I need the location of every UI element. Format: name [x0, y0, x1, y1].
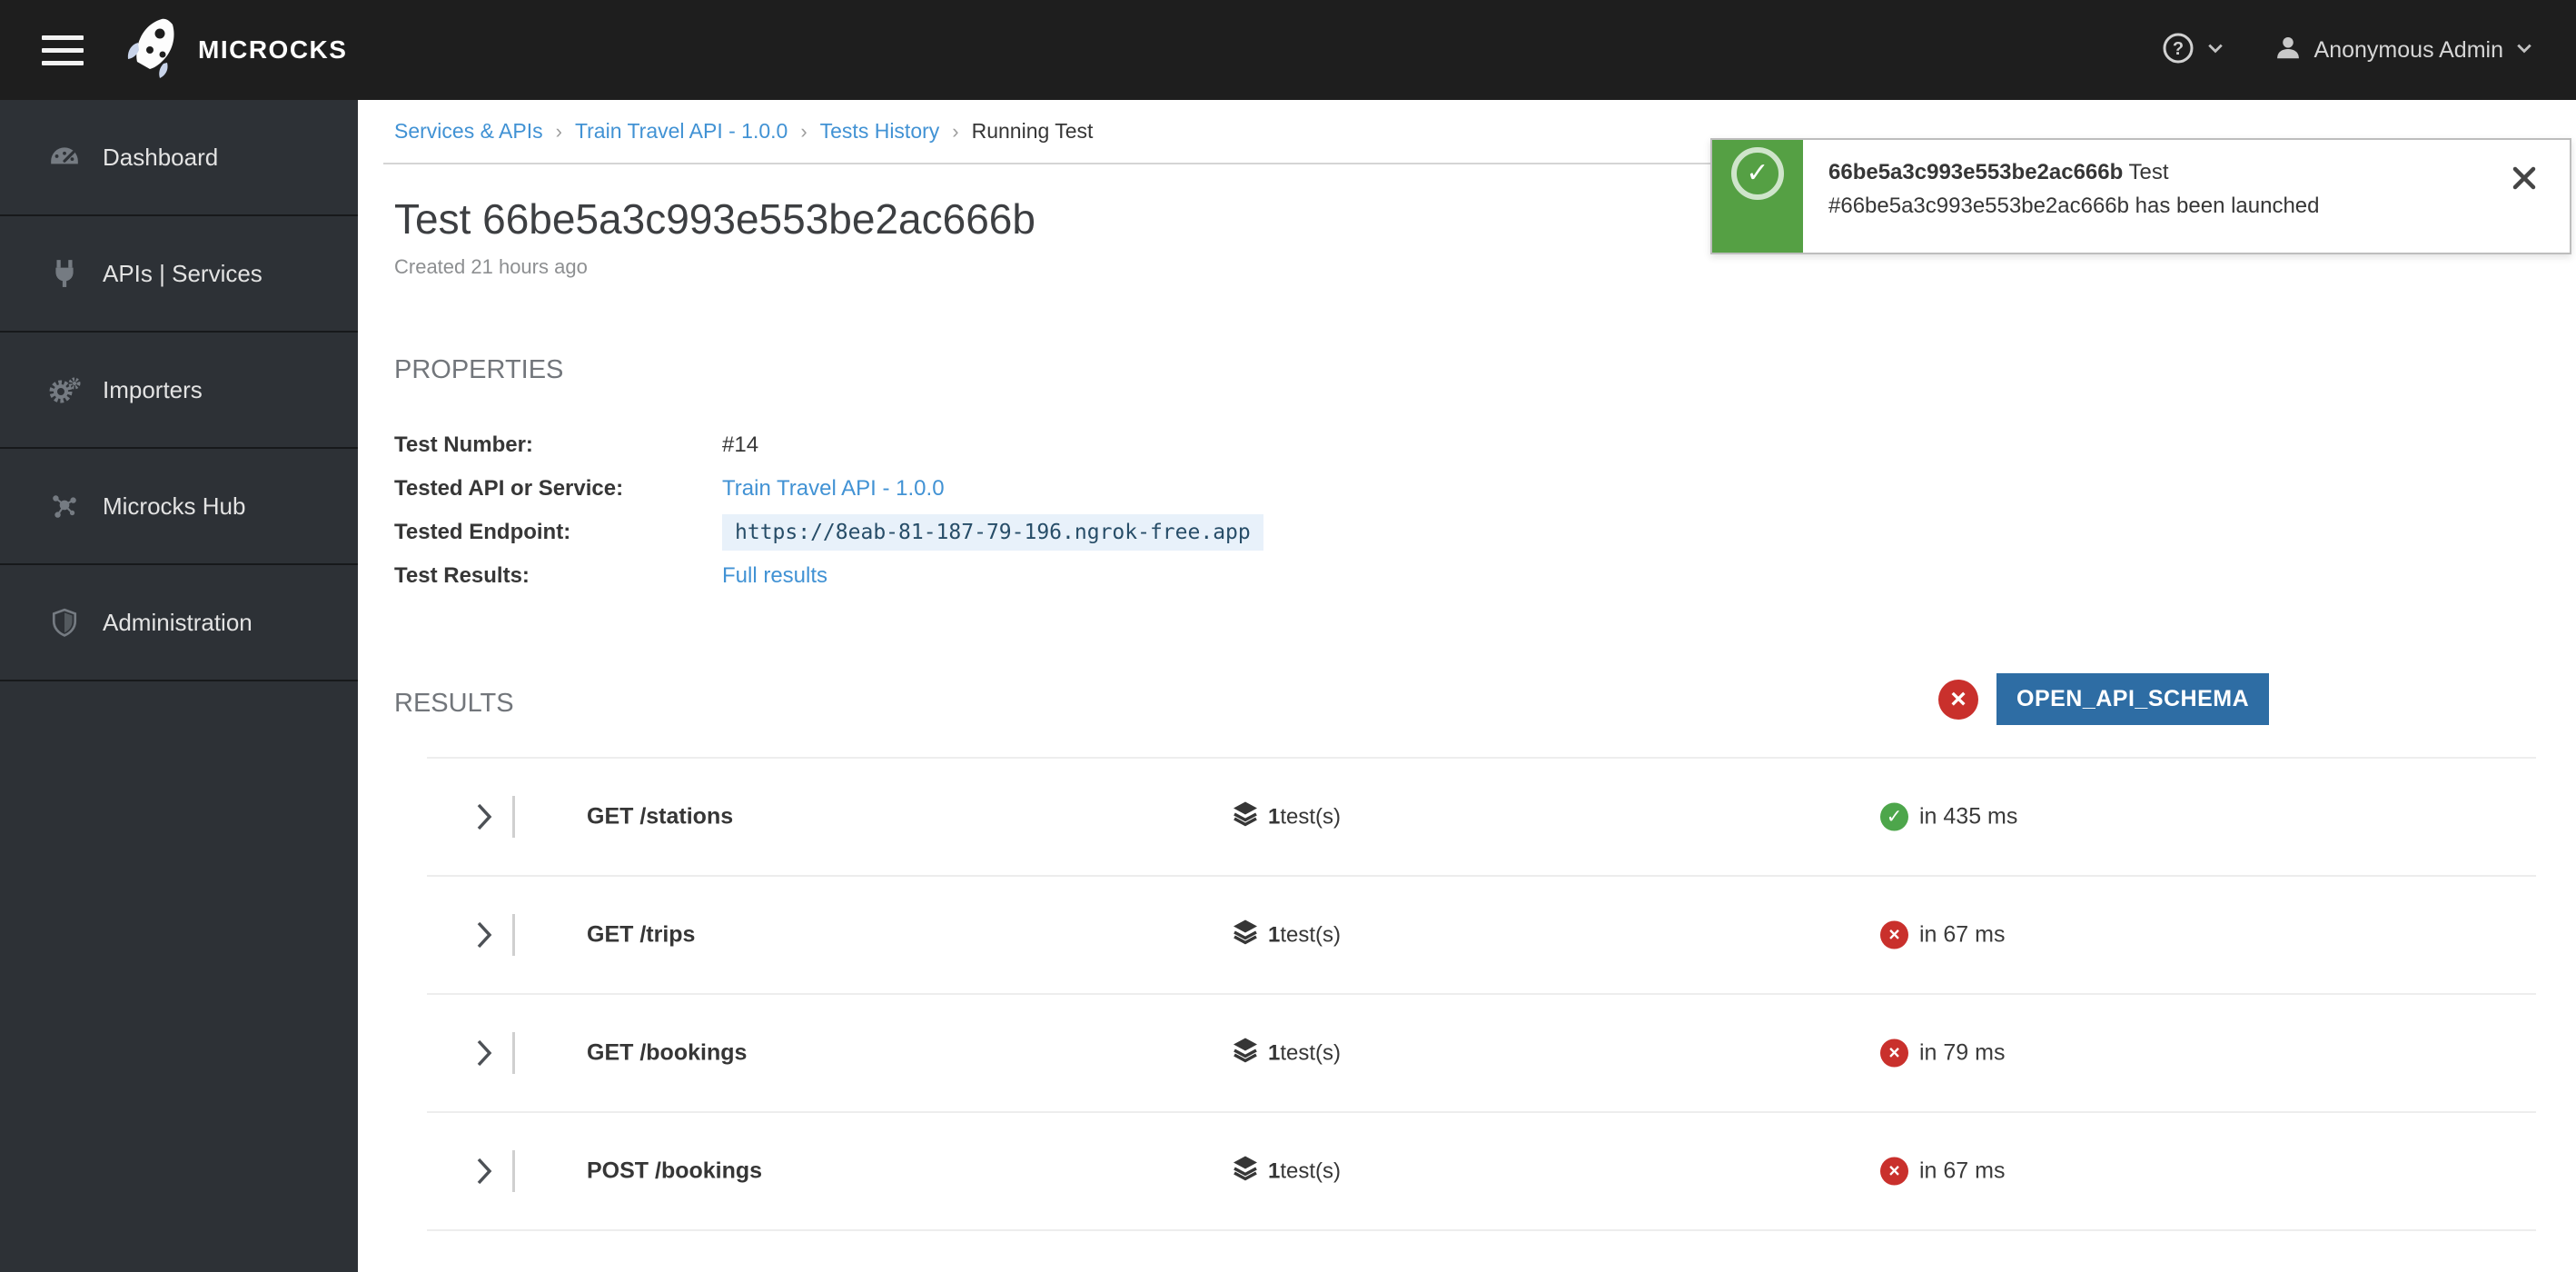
chevron-right-icon[interactable]: [476, 1157, 492, 1186]
elapsed-time: in 79 ms: [1919, 1039, 2006, 1066]
chevron-down-icon: [2516, 42, 2532, 58]
full-results-link[interactable]: Full results: [722, 563, 827, 588]
tests-count: 1 test(s): [1232, 800, 1341, 834]
toast-body: 66be5a3c993e553be2ac666b Test #66be5a3c9…: [1803, 140, 2570, 253]
row-divider-bar: [512, 914, 515, 956]
hub-network-icon: [48, 492, 81, 521]
brand[interactable]: MICROCKS: [125, 15, 347, 85]
toast-title: 66be5a3c993e553be2ac666b Test: [1828, 160, 2169, 184]
layers-icon: [1232, 919, 1259, 952]
svg-text:?: ?: [2172, 39, 2183, 59]
close-icon[interactable]: [2512, 165, 2537, 191]
created-timestamp: Created 21 hours ago: [394, 255, 588, 278]
elapsed-time: in 67 ms: [1919, 921, 2006, 948]
chevron-right-icon[interactable]: [476, 1038, 492, 1068]
properties-table: Test Number: #14 Tested API or Service: …: [394, 423, 2536, 598]
user-menu[interactable]: Anonymous Admin: [2274, 35, 2532, 66]
test-number-label: Test Number:: [394, 432, 533, 457]
elapsed-time: in 435 ms: [1919, 803, 2018, 830]
result-row-get-trips[interactable]: GET /trips 1 test(s) × in 67 ms: [427, 877, 2536, 995]
sidebar-item-administration[interactable]: Administration: [0, 565, 358, 681]
operation-name: POST /bookings: [587, 1158, 763, 1184]
result-row-get-stations[interactable]: GET /stations 1 test(s) ✓ in 435 ms: [427, 759, 2536, 877]
test-status-area: × OPEN_API_SCHEMA: [1938, 673, 2270, 725]
operation-name: GET /trips: [587, 921, 696, 948]
tested-api-label: Tested API or Service:: [394, 476, 624, 501]
plug-icon: [48, 259, 81, 288]
top-navbar: MICROCKS ? Anonymous Admin: [0, 0, 2576, 100]
row-divider-bar: [512, 1150, 515, 1192]
results-list: GET /stations 1 test(s) ✓ in 435 ms GET …: [427, 757, 2536, 1231]
row-status: ✓ in 435 ms: [1880, 802, 2018, 831]
microcks-app: MICROCKS ? Anonymous Admin Dashboard API…: [0, 0, 2576, 1272]
tested-endpoint-value: https://8eab-81-187-79-196.ngrok-free.ap…: [722, 514, 1263, 551]
error-circle-icon: ×: [1880, 1157, 1908, 1186]
microcks-logo-icon: [125, 15, 183, 85]
gears-icon: [48, 375, 81, 404]
sidebar-item-label: Dashboard: [103, 143, 219, 171]
shield-icon: [48, 608, 81, 637]
question-circle-icon: ?: [2162, 32, 2195, 69]
brand-name: MICROCKS: [198, 35, 348, 64]
main-content: Services & APIs › Train Travel API - 1.0…: [358, 100, 2576, 1272]
error-circle-icon: ×: [1938, 679, 1978, 720]
row-divider-bar: [512, 1032, 515, 1074]
sidebar-item-label: Importers: [103, 375, 203, 403]
user-icon: [2274, 35, 2302, 66]
layers-icon: [1232, 800, 1259, 834]
breadcrumb-current: Running Test: [971, 119, 1094, 143]
user-name: Anonymous Admin: [2313, 36, 2503, 63]
elapsed-time: in 67 ms: [1919, 1158, 2006, 1184]
toast-message: #66be5a3c993e553be2ac666b has been launc…: [1828, 194, 2320, 218]
sidebar-item-importers[interactable]: Importers: [0, 333, 358, 449]
breadcrumb-services-apis[interactable]: Services & APIs: [394, 119, 543, 144]
success-check-icon: ✓: [1880, 802, 1908, 831]
tests-count: 1 test(s): [1232, 1037, 1341, 1070]
properties-section: PROPERTIES Test Number: #14 Tested API o…: [394, 355, 2536, 725]
breadcrumb-separator: ›: [555, 119, 562, 143]
tested-endpoint-label: Tested Endpoint:: [394, 520, 571, 544]
error-circle-icon: ×: [1880, 1038, 1908, 1068]
chevron-down-icon: [2207, 42, 2224, 58]
result-row-get-bookings[interactable]: GET /bookings 1 test(s) × in 79 ms: [427, 995, 2536, 1113]
result-row-post-bookings[interactable]: POST /bookings 1 test(s) × in 67 ms: [427, 1113, 2536, 1231]
properties-heading: PROPERTIES: [394, 355, 564, 384]
error-circle-icon: ×: [1880, 920, 1908, 949]
sidebar-item-label: APIs | Services: [103, 259, 263, 287]
sidebar-nav: Dashboard APIs | Services Importers Micr…: [0, 100, 358, 1272]
sidebar-item-apis-services[interactable]: APIs | Services: [0, 216, 358, 333]
row-divider-bar: [512, 796, 515, 838]
test-results-label: Test Results:: [394, 563, 530, 588]
tested-api-link[interactable]: Train Travel API - 1.0.0: [722, 476, 945, 501]
tests-count: 1 test(s): [1232, 919, 1341, 952]
results-section: RESULTS GET /stations 1 test(s) ✓ in 435…: [394, 689, 2536, 1231]
toast-notification: ✓ 66be5a3c993e553be2ac666b Test #66be5a3…: [1710, 138, 2571, 254]
breadcrumb-tests-history[interactable]: Tests History: [820, 119, 940, 144]
sidebar-item-label: Microcks Hub: [103, 492, 246, 520]
operation-name: GET /bookings: [587, 1039, 748, 1066]
breadcrumb-separator: ›: [952, 119, 959, 143]
chevron-right-icon[interactable]: [476, 920, 492, 949]
breadcrumb-train-travel-api[interactable]: Train Travel API - 1.0.0: [575, 119, 788, 144]
breadcrumb-separator: ›: [800, 119, 807, 143]
hamburger-menu-icon[interactable]: [42, 35, 84, 65]
success-check-icon: ✓: [1731, 147, 1784, 200]
operation-name: GET /stations: [587, 803, 734, 830]
row-status: × in 79 ms: [1880, 1038, 2006, 1068]
row-status: × in 67 ms: [1880, 1157, 2006, 1186]
layers-icon: [1232, 1155, 1259, 1188]
sidebar-item-microcks-hub[interactable]: Microcks Hub: [0, 449, 358, 565]
test-number-value: #14: [722, 432, 759, 457]
chevron-right-icon[interactable]: [476, 802, 492, 831]
help-menu[interactable]: ?: [2162, 32, 2224, 69]
navbar-right: ? Anonymous Admin: [2162, 32, 2532, 69]
toast-status-panel: ✓: [1712, 140, 1803, 253]
layers-icon: [1232, 1037, 1259, 1070]
test-type-badge: OPEN_API_SCHEMA: [1996, 673, 2270, 725]
tests-count: 1 test(s): [1232, 1155, 1341, 1188]
sidebar-item-dashboard[interactable]: Dashboard: [0, 100, 358, 216]
sidebar-item-label: Administration: [103, 608, 253, 636]
dashboard-gauge-icon: [48, 144, 81, 170]
row-status: × in 67 ms: [1880, 920, 2006, 949]
